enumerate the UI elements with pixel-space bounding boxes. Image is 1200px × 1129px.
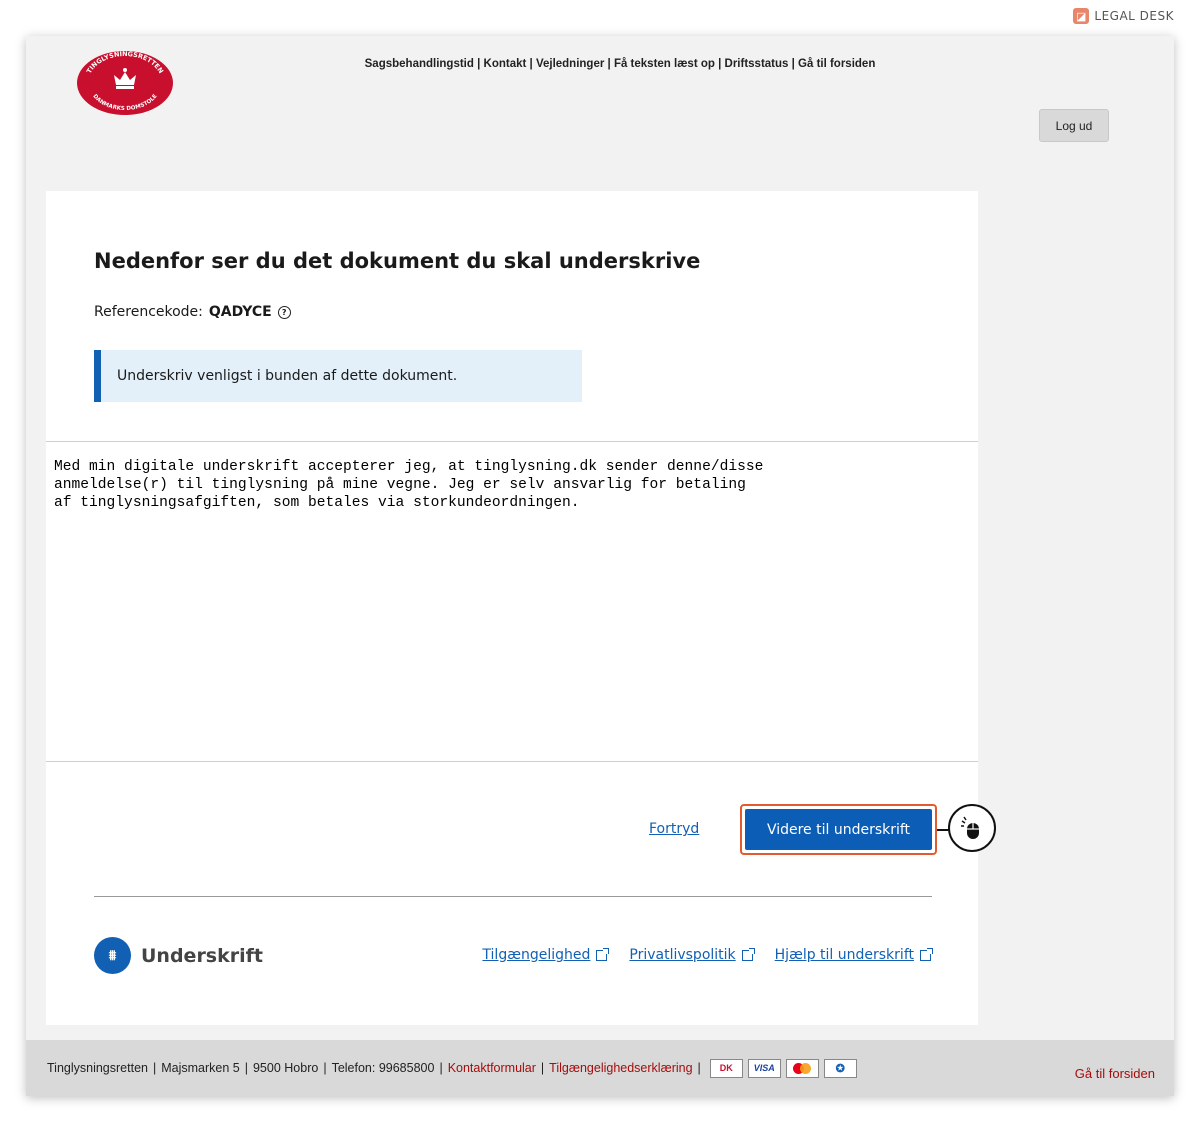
nav-link[interactable]: Kontakt xyxy=(484,58,527,70)
signature-help-link-label: Hjælp til underskrift xyxy=(774,947,914,963)
underskrift-brand: ⩩ Underskrift xyxy=(94,937,263,974)
privacy-link[interactable]: Privatlivspolitik xyxy=(629,947,755,963)
footer-phone: Telefon: 99685800 xyxy=(331,1061,435,1075)
cancel-link[interactable]: Fortryd xyxy=(649,821,699,837)
legal-desk-label: LEGAL DESK xyxy=(1094,9,1174,23)
legal-desk-brand: ◪ LEGAL DESK xyxy=(1073,8,1174,24)
external-link-icon xyxy=(741,947,755,961)
reference-code: QADYCE xyxy=(208,304,272,320)
signature-help-link[interactable]: Hjælp til underskrift xyxy=(774,947,933,963)
document-text: Med min digitale underskrift accepterer … xyxy=(54,459,764,511)
footer-org: Tinglysningsretten xyxy=(47,1061,148,1075)
nav-link[interactable]: Vejledninger xyxy=(536,58,604,70)
accessibility-link-label: Tilgængelighed xyxy=(482,947,591,963)
nav-link[interactable]: Sagsbehandlingstid xyxy=(365,58,474,70)
footer-address: Majsmarken 5 xyxy=(161,1061,240,1075)
contact-form-link[interactable]: Kontaktformular xyxy=(448,1061,536,1075)
help-icon[interactable]: ? xyxy=(277,305,291,319)
privacy-link-label: Privatlivspolitik xyxy=(629,947,736,963)
page-title: Nedenfor ser du det dokument du skal und… xyxy=(94,249,701,273)
payment-cards: DK VISA ✪ xyxy=(709,1058,857,1078)
mastercard-icon xyxy=(785,1058,819,1078)
top-navigation: Sagsbehandlingstid | Kontakt | Vejlednin… xyxy=(364,58,876,70)
footer-home-link[interactable]: Gå til forsiden xyxy=(1075,1066,1155,1081)
signature-footer-links: Tilgængelighed Privatlivspolitik Hjælp t… xyxy=(482,947,933,963)
mouse-click-icon xyxy=(948,804,996,852)
reference-label: Referencekode: xyxy=(94,304,203,320)
site-footer: Tinglysningsretten | Majsmarken 5 | 9500 H… xyxy=(26,1040,1174,1096)
emaerket-icon: ✪ xyxy=(823,1058,857,1078)
accessibility-statement-link[interactable]: Tilgængelighedserklæring xyxy=(549,1061,692,1075)
footer-divider xyxy=(94,896,932,897)
logout-button[interactable]: Log ud xyxy=(1039,109,1109,142)
accessibility-link[interactable]: Tilgængelighed xyxy=(482,947,610,963)
info-notice: Underskriv venligst i bunden af dette do… xyxy=(94,350,582,402)
continue-to-signature-button[interactable]: Videre til underskrift xyxy=(745,809,932,850)
document-viewer: Med min digitale underskrift accepterer … xyxy=(46,441,978,762)
nav-link[interactable]: Driftsstatus xyxy=(725,58,789,70)
nav-link[interactable]: Få teksten læst op xyxy=(614,58,715,70)
signing-panel: Nedenfor ser du det dokument du skal und… xyxy=(46,191,996,1025)
highlight-outline: Videre til underskrift xyxy=(740,804,937,855)
external-link-icon xyxy=(596,947,610,961)
dankort-icon: DK xyxy=(709,1058,743,1078)
footer-city: 9500 Hobro xyxy=(252,1061,319,1075)
reference-row: Referencekode: QADYCE ? xyxy=(94,304,291,320)
legal-desk-logo-icon: ◪ xyxy=(1073,8,1090,24)
nav-link[interactable]: Gå til forsiden xyxy=(798,58,875,70)
signature-service-icon: ⩩ xyxy=(94,937,131,974)
underskrift-label: Underskrift xyxy=(141,944,263,967)
external-link-icon xyxy=(920,947,933,961)
visa-icon: VISA xyxy=(747,1058,781,1078)
browser-page: TINGLYSNINGSRETTEN DANMARKS DOMSTOLE Sag… xyxy=(26,36,1174,1096)
